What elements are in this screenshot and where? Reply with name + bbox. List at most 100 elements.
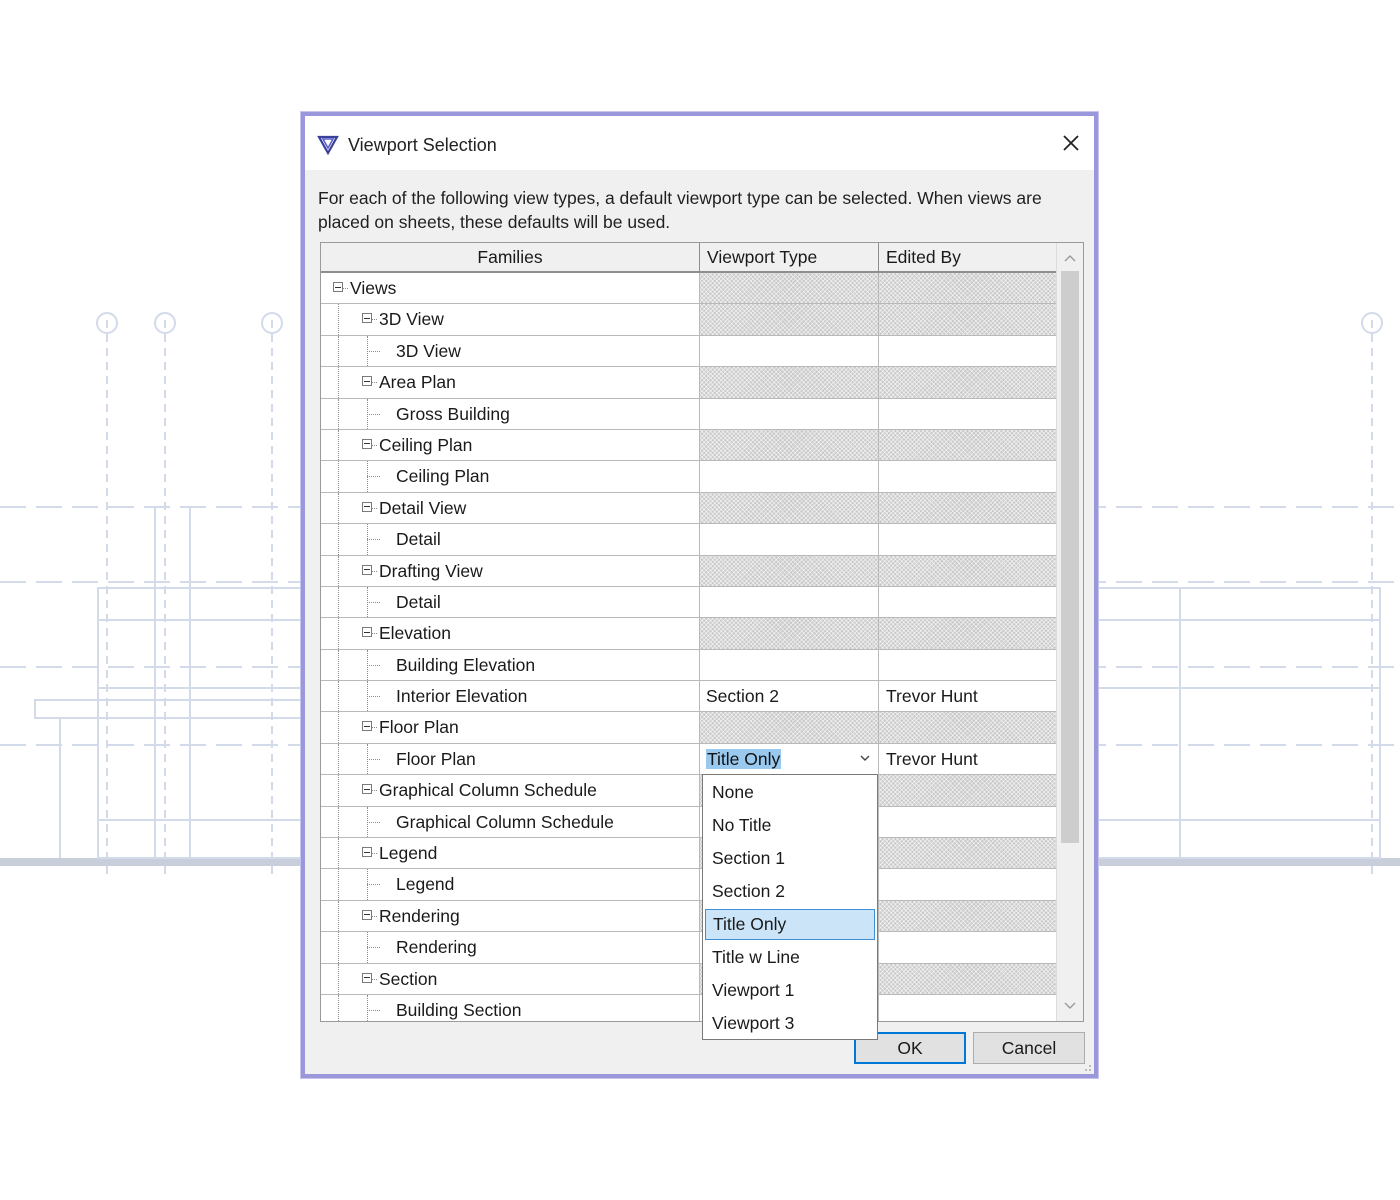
table-row[interactable]: Elevation	[321, 618, 1057, 650]
collapse-icon[interactable]	[333, 282, 343, 292]
table-row[interactable]: Rendering	[321, 900, 1057, 933]
column-header-edited-by[interactable]: Edited By	[879, 243, 1057, 273]
dropdown-option[interactable]: No Title	[705, 810, 875, 841]
viewport-type-combobox[interactable]: Title Only	[700, 743, 879, 775]
column-header-viewport-type[interactable]: Viewport Type	[700, 243, 879, 273]
families-cell[interactable]: Legend	[321, 869, 700, 900]
tree-connector	[367, 539, 380, 541]
families-cell[interactable]: Interior Elevation	[321, 681, 700, 712]
dropdown-option[interactable]: None	[705, 777, 875, 808]
collapse-icon[interactable]	[362, 627, 372, 638]
viewport-type-cell[interactable]: Section 2	[700, 681, 879, 712]
collapse-icon[interactable]	[362, 909, 372, 920]
resize-grip-icon[interactable]	[1082, 1062, 1092, 1072]
dropdown-option[interactable]: Viewport 3	[705, 1008, 875, 1039]
families-cell[interactable]: Rendering	[321, 900, 700, 932]
families-cell[interactable]: Section	[321, 963, 700, 994]
viewport-type-cell	[700, 492, 879, 524]
title-bar: Viewport Selection	[305, 116, 1094, 170]
families-cell[interactable]: Detail View	[321, 492, 700, 524]
collapse-icon[interactable]	[362, 376, 372, 387]
viewport-type-cell[interactable]	[700, 461, 879, 492]
table-row[interactable]: 3D View	[321, 304, 1057, 336]
families-cell[interactable]: Ceiling Plan	[321, 429, 700, 461]
families-cell[interactable]: Detail	[321, 586, 700, 618]
families-cell[interactable]: Graphical Column Schedule	[321, 806, 700, 838]
viewport-type-cell[interactable]	[700, 398, 879, 429]
tree-connector	[338, 994, 339, 1021]
viewport-type-cell[interactable]	[700, 524, 879, 555]
families-cell[interactable]: Elevation	[321, 618, 700, 649]
table-row[interactable]: Views	[321, 273, 1057, 305]
families-cell[interactable]: Legend	[321, 838, 700, 869]
families-cell[interactable]: 3D View	[321, 304, 700, 335]
families-cell[interactable]: Detail	[321, 524, 700, 555]
families-cell[interactable]: Building Elevation	[321, 649, 700, 681]
viewport-type-cell[interactable]	[700, 649, 879, 681]
collapse-icon[interactable]	[362, 564, 372, 575]
dropdown-option[interactable]: Title w Line	[705, 942, 875, 973]
dropdown-option[interactable]: Viewport 1	[705, 975, 875, 1006]
family-label: Rendering	[379, 905, 460, 926]
viewport-type-dropdown-list[interactable]: None No Title Section 1 Section 2 Title Only…	[702, 774, 878, 1040]
table-row[interactable]: Legend	[321, 838, 1057, 870]
tree-connector	[367, 994, 368, 1021]
edited-by-cell	[879, 618, 1057, 649]
table-row[interactable]: Gross Building	[321, 398, 1057, 430]
dropdown-option[interactable]: Section 1	[705, 843, 875, 874]
column-header-families[interactable]: Families	[321, 243, 700, 273]
families-cell[interactable]: 3D View	[321, 335, 700, 367]
collapse-icon[interactable]	[362, 847, 372, 858]
families-cell[interactable]: Views	[321, 273, 700, 304]
edited-by-cell	[879, 273, 1057, 304]
table-row[interactable]: Section	[321, 963, 1057, 995]
table-row[interactable]: Rendering	[321, 932, 1057, 964]
dropdown-option[interactable]: Section 2	[705, 876, 875, 907]
viewport-type-cell[interactable]	[700, 335, 879, 367]
cancel-button[interactable]: Cancel	[973, 1032, 1085, 1064]
scroll-down-button[interactable]	[1057, 993, 1083, 1019]
families-cell[interactable]: Drafting View	[321, 555, 700, 586]
collapse-icon[interactable]	[362, 501, 372, 512]
family-label: Drafting View	[379, 560, 483, 581]
close-button[interactable]	[1056, 128, 1086, 158]
collapse-icon[interactable]	[362, 721, 372, 732]
table-row[interactable]: Building Elevation	[321, 649, 1057, 682]
families-cell[interactable]: Floor Plan	[321, 743, 700, 775]
dropdown-option[interactable]: Title Only	[705, 909, 875, 940]
table-row[interactable]: Legend	[321, 869, 1057, 901]
table-row[interactable]: Building Section	[321, 994, 1057, 1021]
table-row[interactable]: Detail	[321, 586, 1057, 619]
families-cell[interactable]: Floor Plan	[321, 712, 700, 743]
families-cell[interactable]: Ceiling Plan	[321, 461, 700, 492]
vertical-scrollbar[interactable]	[1056, 243, 1083, 1021]
table-row[interactable]: Drafting View	[321, 555, 1057, 587]
families-cell[interactable]: Graphical Column Schedule	[321, 775, 700, 806]
collapse-icon[interactable]	[362, 972, 372, 983]
table-row[interactable]: Graphical Column Schedule	[321, 806, 1057, 839]
table-row[interactable]: Ceiling Plan	[321, 461, 1057, 493]
chevron-down-icon[interactable]	[860, 754, 870, 762]
table-row[interactable]: Floor Plan Title Only Trevor Hunt	[321, 743, 1057, 776]
tree-connector	[367, 476, 380, 478]
edited-by-cell	[879, 649, 1057, 681]
viewport-type-cell[interactable]	[700, 586, 879, 618]
collapse-icon[interactable]	[362, 784, 372, 795]
families-cell[interactable]: Building Section	[321, 994, 700, 1021]
table-row[interactable]: Area Plan	[321, 367, 1057, 399]
collapse-icon[interactable]	[362, 313, 372, 324]
table-row[interactable]: Detail	[321, 524, 1057, 556]
table-row[interactable]: Floor Plan	[321, 712, 1057, 744]
scroll-up-button[interactable]	[1057, 245, 1083, 271]
table-row[interactable]: Graphical Column Schedule	[321, 775, 1057, 807]
families-cell[interactable]: Gross Building	[321, 398, 700, 429]
edited-by-cell	[879, 712, 1057, 743]
table-row[interactable]: 3D View	[321, 335, 1057, 368]
families-cell[interactable]: Area Plan	[321, 367, 700, 398]
table-row[interactable]: Detail View	[321, 492, 1057, 525]
table-row[interactable]: Ceiling Plan	[321, 429, 1057, 462]
scrollbar-thumb[interactable]	[1061, 271, 1079, 843]
table-row[interactable]: Interior Elevation Section 2 Trevor Hunt	[321, 681, 1057, 713]
collapse-icon[interactable]	[362, 438, 372, 449]
families-cell[interactable]: Rendering	[321, 932, 700, 963]
